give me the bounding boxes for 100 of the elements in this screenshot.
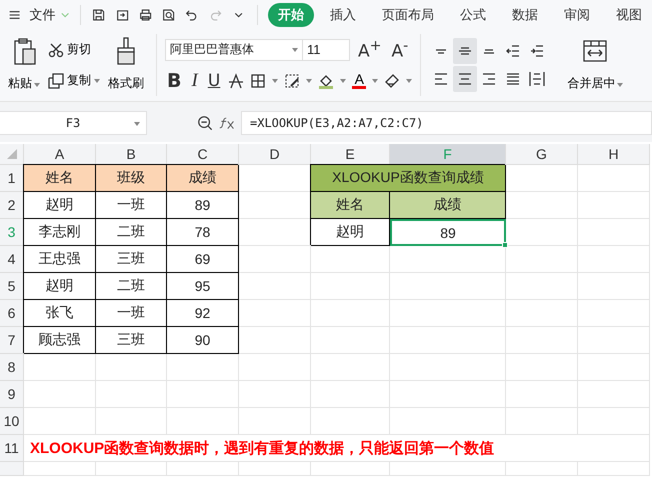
empty-cell[interactable]	[578, 327, 650, 354]
empty-cell[interactable]	[578, 300, 650, 327]
eraser-icon[interactable]	[384, 72, 400, 88]
table-cell[interactable]: 一班	[96, 192, 167, 219]
row-header[interactable]	[0, 462, 24, 476]
empty-cell[interactable]	[239, 300, 311, 327]
table-cell[interactable]: 班级	[96, 165, 167, 192]
table-cell[interactable]: 李志刚	[24, 219, 96, 246]
empty-cell[interactable]	[506, 462, 578, 476]
increase-font-button[interactable]: A$^{+}$	[356, 38, 384, 62]
table-cell[interactable]: 90	[167, 327, 239, 354]
table-cell[interactable]: 92	[167, 300, 239, 327]
empty-cell[interactable]	[167, 381, 239, 408]
row-header[interactable]: 5	[0, 273, 24, 300]
ribbon-tab[interactable]: 视图	[606, 3, 652, 27]
row-header[interactable]: 9	[0, 381, 24, 408]
empty-cell[interactable]	[390, 327, 506, 354]
empty-cell[interactable]	[311, 408, 390, 435]
alignment-button[interactable]	[453, 66, 478, 92]
empty-cell[interactable]	[239, 327, 311, 354]
table-cell[interactable]: 姓名	[24, 165, 96, 192]
save-icon[interactable]	[92, 7, 106, 23]
empty-cell[interactable]	[96, 462, 167, 476]
column-header[interactable]: G	[506, 144, 578, 165]
column-header[interactable]: D	[239, 144, 311, 165]
empty-cell[interactable]	[311, 327, 390, 354]
empty-cell[interactable]	[167, 354, 239, 381]
empty-cell[interactable]	[311, 273, 390, 300]
ribbon-tab[interactable]: 公式	[450, 3, 496, 27]
empty-cell[interactable]	[506, 408, 578, 435]
empty-cell[interactable]	[390, 246, 506, 273]
ribbon-tab[interactable]: 插入	[320, 3, 366, 27]
table-cell[interactable]: 赵明	[24, 273, 96, 300]
table-cell[interactable]: 三班	[96, 327, 167, 354]
format-painter-button[interactable]: 格式刷	[104, 34, 148, 94]
chevron-icon[interactable]	[61, 12, 70, 18]
row-header[interactable]: 10	[0, 408, 24, 435]
column-header[interactable]: E	[311, 144, 390, 165]
table-cell[interactable]: 赵明	[24, 192, 96, 219]
empty-cell[interactable]	[506, 327, 578, 354]
merge-center-button[interactable]: 合并居中	[563, 34, 628, 94]
empty-cell[interactable]	[239, 354, 311, 381]
empty-cell[interactable]	[96, 354, 167, 381]
ribbon-tab[interactable]: 审阅	[554, 3, 600, 27]
print-preview-icon[interactable]	[162, 7, 176, 23]
underline-button[interactable]: U	[206, 70, 222, 90]
empty-cell[interactable]	[96, 381, 167, 408]
row-header[interactable]: 7	[0, 327, 24, 354]
borders-icon[interactable]	[250, 72, 266, 88]
empty-cell[interactable]	[167, 408, 239, 435]
table-cell[interactable]: 王忠强	[24, 246, 96, 273]
empty-cell[interactable]	[506, 300, 578, 327]
column-header[interactable]: C	[167, 144, 239, 165]
table-cell[interactable]: 赵明	[311, 219, 390, 246]
empty-cell[interactable]	[239, 462, 311, 476]
table-cell[interactable]: 89	[167, 192, 239, 219]
empty-cell[interactable]	[239, 381, 311, 408]
table-cell[interactable]: 78	[167, 219, 239, 246]
empty-cell[interactable]	[506, 381, 578, 408]
font-size-dropdown[interactable]: 11	[302, 38, 350, 60]
row-header[interactable]: 2	[0, 192, 24, 219]
empty-cell[interactable]	[390, 462, 506, 476]
table-cell[interactable]: 成绩	[167, 165, 239, 192]
table-cell[interactable]: 二班	[96, 273, 167, 300]
empty-cell[interactable]	[390, 354, 506, 381]
zoom-out-icon[interactable]	[197, 115, 213, 131]
formula-field[interactable]: =XLOOKUP(E3,A2:A7,C2:C7)	[241, 111, 652, 135]
cell-style-icon[interactable]	[284, 72, 300, 88]
empty-cell[interactable]	[96, 408, 167, 435]
empty-cell[interactable]	[578, 408, 650, 435]
empty-cell[interactable]	[578, 165, 650, 192]
table-cell[interactable]: 姓名	[311, 192, 390, 219]
empty-cell[interactable]	[390, 300, 506, 327]
row-header[interactable]: 8	[0, 354, 24, 381]
empty-cell[interactable]	[578, 273, 650, 300]
table-cell[interactable]: 成绩	[390, 192, 506, 219]
row-header[interactable]: 4	[0, 246, 24, 273]
empty-cell[interactable]	[311, 462, 390, 476]
empty-cell[interactable]	[506, 219, 578, 246]
empty-cell[interactable]	[311, 381, 390, 408]
table-cell[interactable]: 89	[390, 219, 506, 246]
name-box[interactable]: F3	[0, 111, 147, 135]
cut-button[interactable]: 剪切	[44, 39, 104, 60]
empty-cell[interactable]	[578, 462, 650, 476]
table-cell[interactable]: 二班	[96, 219, 167, 246]
empty-cell[interactable]	[311, 246, 390, 273]
empty-cell[interactable]	[578, 354, 650, 381]
empty-cell[interactable]	[578, 219, 650, 246]
column-header[interactable]: B	[96, 144, 167, 165]
function-icon[interactable]	[219, 115, 235, 131]
empty-cell[interactable]	[239, 246, 311, 273]
font-color-button[interactable]: A	[352, 72, 366, 89]
empty-cell[interactable]	[506, 246, 578, 273]
row-header[interactable]: 6	[0, 300, 24, 327]
empty-cell[interactable]	[239, 273, 311, 300]
file-menu[interactable]: 文件	[29, 6, 56, 24]
table-cell[interactable]: XLOOKUP函数查询成绩	[311, 165, 506, 192]
empty-cell[interactable]	[506, 354, 578, 381]
alignment-button[interactable]	[453, 38, 478, 64]
table-cell[interactable]: 69	[167, 246, 239, 273]
